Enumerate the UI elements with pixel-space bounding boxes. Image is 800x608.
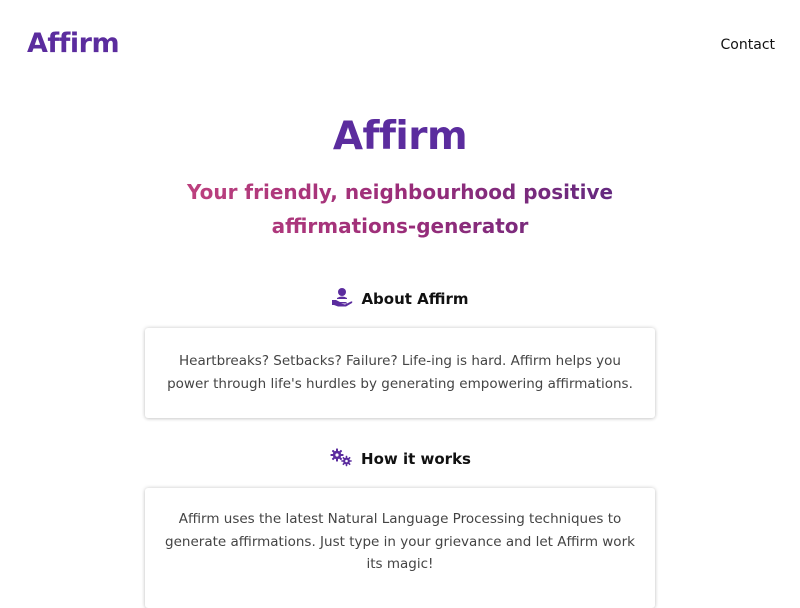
about-card-text: Heartbreaks? Setbacks? Failure? Life-ing… <box>167 353 633 392</box>
hand-holding-person-icon <box>331 287 353 311</box>
hero-subtitle: Your friendly, neighbourhood positive af… <box>150 175 650 243</box>
gears-icon <box>329 447 353 471</box>
how-it-works-heading: How it works <box>0 447 800 471</box>
how-it-works-card: Affirm uses the latest Natural Language … <box>145 488 655 608</box>
hero-title: Affirm <box>332 114 468 159</box>
how-heading-text: How it works <box>361 450 471 468</box>
navbar: Affirm Contact <box>0 0 800 94</box>
about-section-heading: About Affirm <box>0 287 800 311</box>
about-card: Heartbreaks? Setbacks? Failure? Life-ing… <box>145 328 655 418</box>
about-heading-text: About Affirm <box>361 290 469 308</box>
brand-logo-link[interactable]: Affirm <box>27 28 120 59</box>
how-card-text: Affirm uses the latest Natural Language … <box>165 511 635 572</box>
contact-nav-link[interactable]: Contact <box>721 37 775 53</box>
